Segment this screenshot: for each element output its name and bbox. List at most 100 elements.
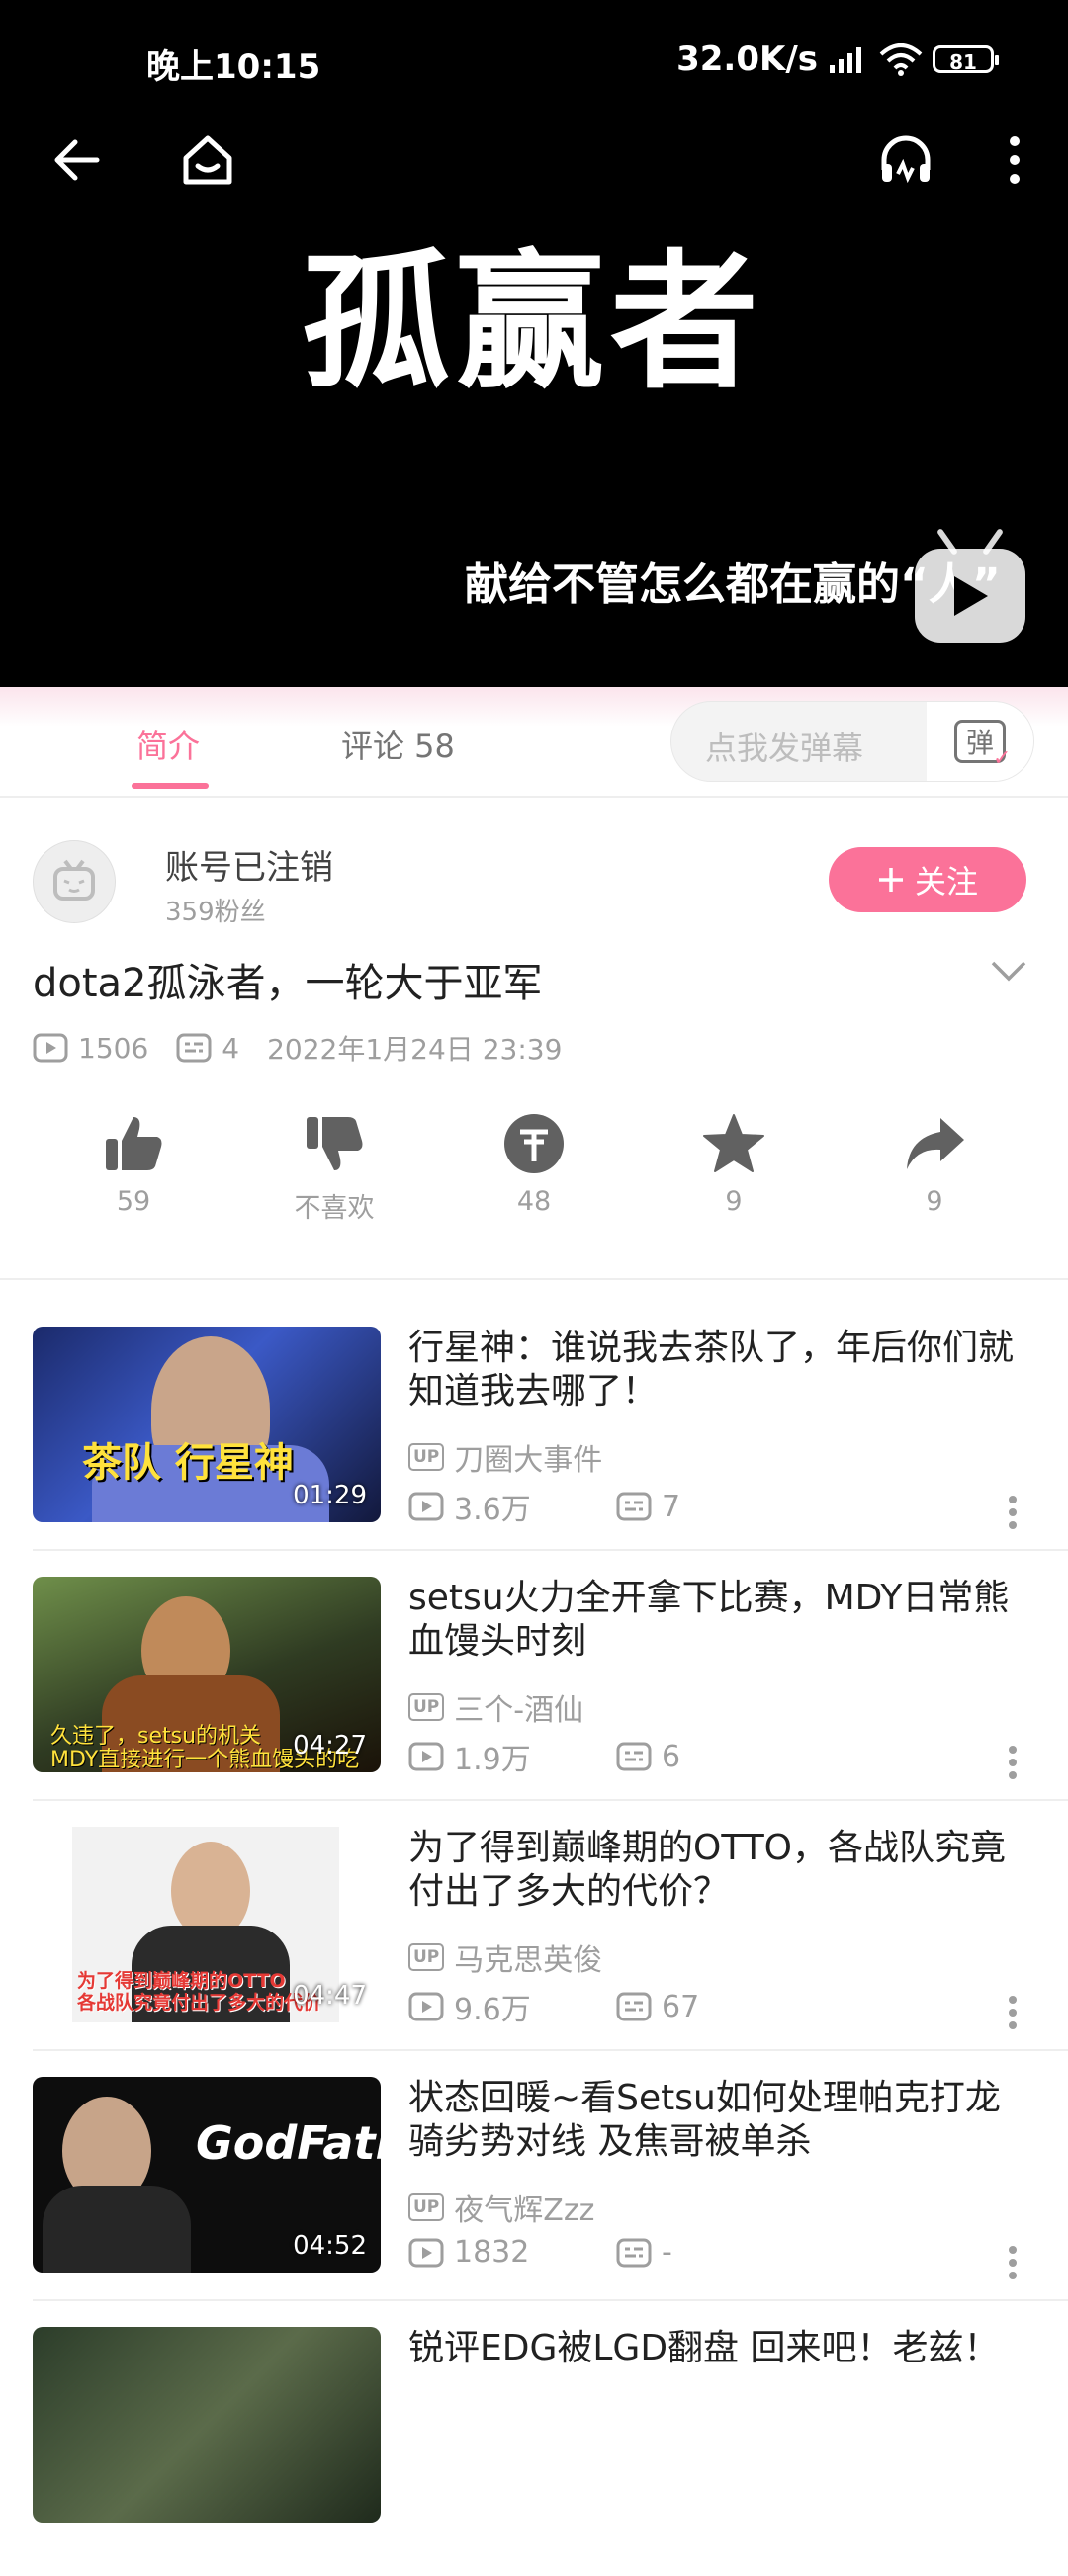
- rec-views: 3.6万: [454, 1493, 531, 1527]
- rec-title[interactable]: 行星神：谁说我去茶队了，年后你们就知道我去哪了！: [408, 1327, 1022, 1414]
- like-button[interactable]: 59: [64, 1107, 203, 1217]
- coin-icon: [504, 1114, 564, 1173]
- play-count-icon: [408, 1992, 444, 2021]
- danmaku-input-placeholder[interactable]: 点我发弹幕: [705, 724, 863, 769]
- share-arrow-icon: [907, 1118, 964, 1169]
- danmaku-icon: 弹 ✓: [954, 720, 1011, 770]
- rec-title[interactable]: 锐评EDG被LGD翻盘 回来吧！老兹！: [408, 2327, 1022, 2370]
- video-overlay-title: 孤赢者: [302, 237, 765, 409]
- rec-uploader: 马克思英俊: [454, 1943, 603, 1978]
- thumbs-down-icon: [307, 1117, 363, 1170]
- rec-danmaku: -: [662, 2235, 672, 2270]
- play-icon: [954, 575, 988, 616]
- favorite-count: 9: [725, 1186, 743, 1217]
- dislike-button[interactable]: 不喜欢: [265, 1107, 403, 1225]
- action-row: 59 不喜欢 48 9 9: [0, 1107, 1068, 1236]
- chevron-down-icon[interactable]: [989, 959, 1028, 987]
- danmaku-count-icon: [616, 1492, 652, 1521]
- list-item[interactable]: 锐评EDG被LGD翻盘 回来吧！老兹！: [0, 2327, 1068, 2576]
- wifi-icon: [879, 43, 923, 76]
- coin-count: 48: [516, 1186, 552, 1217]
- more-options-icon[interactable]: [1007, 1745, 1019, 1784]
- duration: 04:47: [293, 1981, 367, 2011]
- danmaku-count-icon: [176, 1033, 212, 1063]
- uploader-name[interactable]: 账号已注销: [165, 840, 333, 889]
- thumbnail-text: 茶队 行星神: [82, 1440, 294, 1486]
- list-item[interactable]: GodFather 04:52 状态回暖~看Setsu如何处理帕克打龙骑劣势对线…: [0, 2077, 1068, 2326]
- section-divider: [0, 1278, 1068, 1280]
- plus-icon: [878, 868, 903, 892]
- up-badge-icon: UP: [408, 1943, 445, 1971]
- tab-active-indicator: [132, 783, 209, 789]
- status-bar: 晚上10:15 32.0K/s 81: [0, 34, 1068, 89]
- rec-danmaku: 67: [662, 1989, 700, 2024]
- more-options-icon[interactable]: [1007, 1995, 1019, 2034]
- duration: 04:52: [293, 2231, 367, 2261]
- danmaku-toggle-button[interactable]: 弹 ✓: [927, 702, 1033, 781]
- battery-indicator: 81: [933, 45, 999, 74]
- video-thumbnail[interactable]: 久违了，setsu的机关 MDY直接进行一个熊血馒头的吃 04:27: [33, 1577, 381, 1772]
- duration: 01:29: [293, 1481, 367, 1510]
- favorite-button[interactable]: 9: [665, 1107, 803, 1217]
- rec-danmaku: 6: [662, 1739, 681, 1774]
- more-options-icon[interactable]: [983, 129, 1046, 192]
- list-item[interactable]: 茶队 行星神 01:29 行星神：谁说我去茶队了，年后你们就知道我去哪了！ UP…: [0, 1327, 1068, 1576]
- uploader-fans: 359粉丝: [165, 898, 266, 927]
- net-speed: 32.0K/s: [676, 40, 818, 79]
- coin-button[interactable]: 48: [465, 1107, 603, 1217]
- like-count: 59: [116, 1186, 151, 1217]
- list-item[interactable]: 久违了，setsu的机关 MDY直接进行一个熊血馒头的吃 04:27 setsu…: [0, 1577, 1068, 1826]
- video-player[interactable]: 晚上10:15 32.0K/s 81 孤赢者 献给不管怎么都在赢的“人”: [0, 0, 1068, 687]
- dislike-label: 不喜欢: [294, 1193, 375, 1224]
- danmaku-input-box[interactable]: 点我发弹幕 弹 ✓: [670, 701, 1034, 782]
- thumbnail-text: GodFather: [196, 2116, 381, 2170]
- video-thumbnail[interactable]: 为了得到巅峰期的OTTO 各战队究竟付出了多大的代价 04:47: [33, 1827, 381, 2022]
- thumbs-up-icon: [106, 1117, 162, 1170]
- list-item[interactable]: 为了得到巅峰期的OTTO 各战队究竟付出了多大的代价 04:47 为了得到巅峰期…: [0, 1827, 1068, 2076]
- tab-bar: 简介 评论 58 点我发弹幕 弹 ✓: [0, 687, 1068, 798]
- rec-title[interactable]: setsu火力全开拿下比赛，MDY日常熊血馒头时刻: [408, 1577, 1022, 1664]
- up-badge-icon: UP: [408, 1693, 445, 1721]
- tab-intro[interactable]: 简介: [136, 722, 200, 767]
- video-thumbnail[interactable]: GodFather 04:52: [33, 2077, 381, 2273]
- video-meta: 1506 4 2022年1月24日 23:39: [33, 1028, 562, 1068]
- play-count-icon: [408, 1492, 444, 1521]
- home-icon[interactable]: [176, 129, 239, 192]
- avatar[interactable]: [33, 840, 116, 923]
- danmaku-count-icon: [616, 1992, 652, 2021]
- play-count-icon: [408, 1742, 444, 1771]
- rec-uploader: 刀圈大事件: [454, 1443, 603, 1478]
- rec-uploader: 夜气辉Zzz: [454, 2193, 595, 2228]
- rec-title[interactable]: 状态回暖~看Setsu如何处理帕克打龙骑劣势对线 及焦哥被单杀: [408, 2077, 1022, 2164]
- rec-views: 1.9万: [454, 1743, 531, 1777]
- publish-date: 2022年1月24日 23:39: [267, 1033, 563, 1066]
- share-count: 9: [926, 1186, 943, 1217]
- rec-title[interactable]: 为了得到巅峰期的OTTO，各战队究竟付出了多大的代价？: [408, 1827, 1022, 1914]
- up-badge-icon: UP: [408, 1443, 445, 1471]
- view-count: 1506: [78, 1031, 149, 1065]
- tv-mascot-icon: [53, 859, 95, 901]
- star-icon: [703, 1114, 764, 1172]
- play-button[interactable]: [915, 549, 1025, 643]
- rec-views: 1832: [454, 2235, 530, 2270]
- play-count-icon: [408, 2238, 444, 2267]
- duration: 04:27: [293, 1731, 367, 1760]
- more-options-icon[interactable]: [1007, 1495, 1019, 1534]
- back-arrow-icon[interactable]: [44, 129, 108, 192]
- audio-mode-icon[interactable]: [874, 129, 937, 192]
- more-options-icon[interactable]: [1007, 2245, 1019, 2284]
- up-badge-icon: UP: [408, 2193, 445, 2221]
- follow-button[interactable]: 关注: [829, 847, 1026, 912]
- rec-danmaku: 7: [662, 1489, 681, 1524]
- share-button[interactable]: 9: [865, 1107, 1004, 1217]
- video-title: dota2孤泳者，一轮大于亚军: [33, 961, 543, 1006]
- video-thumbnail[interactable]: [33, 2327, 381, 2523]
- uploader-section: 账号已注销 359粉丝 关注: [0, 796, 1068, 944]
- video-thumbnail[interactable]: 茶队 行星神 01:29: [33, 1327, 381, 1522]
- danmaku-count-icon: [616, 1742, 652, 1771]
- thumbnail-text: 为了得到巅峰期的OTTO 各战队究竟付出了多大的代价: [77, 1970, 322, 2014]
- danmaku-count: 4: [222, 1031, 240, 1065]
- status-time: 晚上10:15: [146, 47, 321, 87]
- signal-icon: [830, 47, 861, 73]
- tab-comments[interactable]: 评论 58: [341, 722, 455, 767]
